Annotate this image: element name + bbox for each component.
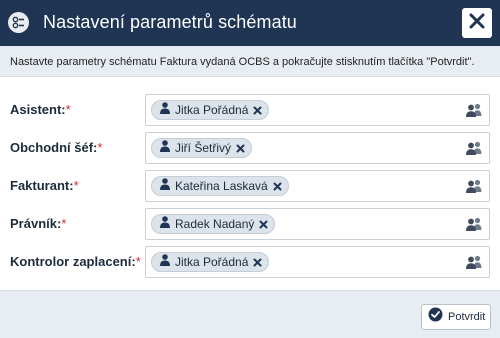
dialog-title: Nastavení parametrů schématu — [43, 12, 297, 32]
required-marker: * — [97, 140, 103, 155]
user-tag-name: Jitka Pořádná — [175, 103, 249, 117]
user-icon — [160, 139, 170, 157]
user-icon — [160, 177, 170, 195]
close-icon — [469, 13, 485, 34]
users-icon[interactable] — [465, 255, 483, 274]
users-icon[interactable] — [465, 217, 483, 236]
user-tag-name: Kateřina Laskavá — [175, 179, 268, 193]
info-bar: Nastavte parametry schématu Faktura vyda… — [0, 46, 500, 77]
user-tag-name: Jitka Pořádná — [175, 255, 249, 269]
field-label: Obchodní šéf:* — [10, 140, 103, 155]
user-tag-name: Radek Nadaný — [175, 217, 255, 231]
user-icon — [160, 253, 170, 271]
check-circle-icon — [428, 307, 443, 327]
user-tag: Kateřina Laskavá — [151, 176, 289, 196]
confirm-label: Potvrdit — [448, 311, 486, 323]
settings-icon — [8, 12, 29, 33]
users-icon[interactable] — [465, 179, 483, 198]
user-icon — [160, 101, 170, 119]
user-picker-fakturant[interactable]: Kateřina Laskavá — [145, 170, 490, 202]
required-marker: * — [61, 216, 67, 231]
user-picker-kontrolor-zaplaceni[interactable]: Jitka Pořádná — [145, 246, 490, 278]
remove-icon[interactable] — [236, 144, 245, 153]
users-icon[interactable] — [465, 141, 483, 160]
required-marker: * — [65, 102, 71, 117]
user-tag: Jiří Šetřivý — [151, 138, 253, 158]
close-button[interactable] — [462, 8, 492, 38]
info-text: Nastavte parametry schématu Faktura vyda… — [10, 56, 475, 68]
user-picker-asistent[interactable]: Jitka Pořádná — [145, 94, 490, 126]
remove-icon[interactable] — [253, 258, 262, 267]
user-picker-pravnik[interactable]: Radek Nadaný — [145, 208, 490, 240]
user-tag: Jitka Pořádná — [151, 100, 270, 120]
confirm-button[interactable]: Potvrdit — [421, 304, 491, 330]
remove-icon[interactable] — [253, 106, 262, 115]
user-icon — [160, 215, 170, 233]
users-icon[interactable] — [465, 103, 483, 122]
user-picker-obchodni-sef[interactable]: Jiří Šetřivý — [145, 132, 490, 164]
user-tag: Radek Nadaný — [151, 214, 276, 234]
dialog-footer: Potvrdit — [0, 290, 500, 338]
user-tag-name: Jiří Šetřivý — [175, 141, 232, 155]
field-row-obchodni-sef: Obchodní šéf:* Jiří Šetřivý — [0, 132, 500, 164]
field-row-kontrolor-zaplaceni: Kontrolor zaplacení:* Jitka Pořádná — [0, 246, 500, 278]
user-tag: Jitka Pořádná — [151, 252, 270, 272]
dialog-titlebar: Nastavení parametrů schématu — [0, 0, 500, 46]
field-label: Fakturant:* — [10, 178, 79, 193]
field-label: Kontrolor zaplacení:* — [10, 254, 141, 269]
field-row-pravnik: Právník:* Radek Nadaný — [0, 208, 500, 240]
required-marker: * — [73, 178, 79, 193]
required-marker: * — [135, 254, 141, 269]
field-row-fakturant: Fakturant:* Kateřina Laskavá — [0, 170, 500, 202]
field-row-asistent: Asistent:* Jitka Pořádná — [0, 94, 500, 126]
field-label: Právník:* — [10, 216, 67, 231]
remove-icon[interactable] — [273, 182, 282, 191]
field-label: Asistent:* — [10, 102, 71, 117]
remove-icon[interactable] — [259, 220, 268, 229]
